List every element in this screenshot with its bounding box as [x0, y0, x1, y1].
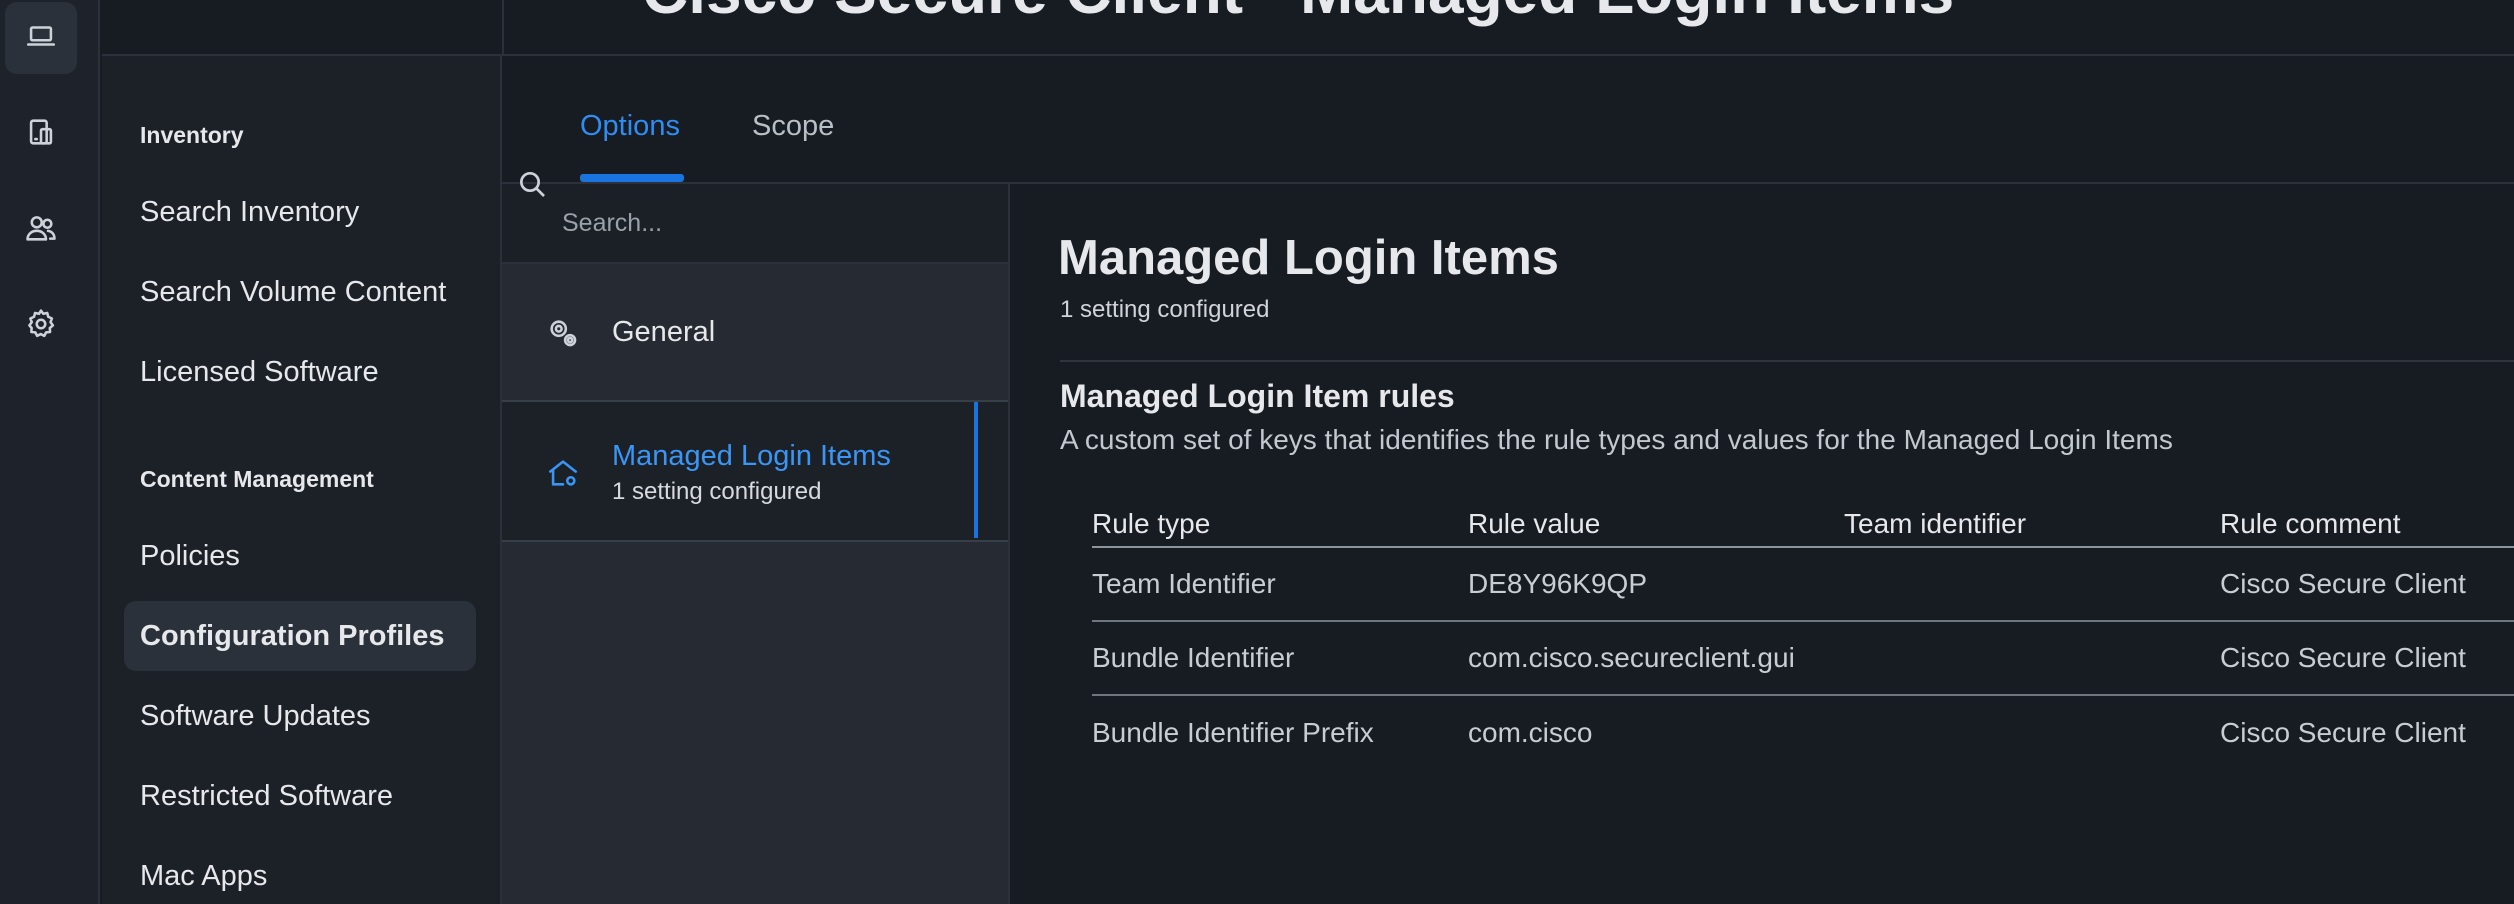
users-nav-button[interactable]	[5, 194, 77, 266]
icon-rail	[0, 0, 100, 904]
column-header: Rule value	[1468, 508, 1601, 539]
section-description: A custom set of keys that identifies the…	[1060, 424, 2173, 455]
search-bar	[502, 172, 1008, 264]
top-header: Cisco Secure Client - Managed Login Item…	[102, 0, 2514, 56]
table-cell: Cisco Secure Client	[2220, 568, 2466, 599]
table-cell: Bundle Identifier	[1092, 642, 1295, 673]
sidebar-item-licensed-software[interactable]: Licensed Software	[124, 337, 476, 407]
content-subtitle: 1 setting configured	[1060, 296, 1270, 323]
table-row[interactable]: Team Identifier DE8Y96K9QP Cisco Secure …	[1092, 548, 2514, 622]
search-input[interactable]	[562, 198, 982, 248]
sidebar-item-search-volume-content[interactable]: Search Volume Content	[124, 257, 476, 327]
sidebar: Inventory Search Inventory Search Volume…	[102, 56, 502, 904]
settings-item-subtitle: 1 setting configured	[612, 478, 822, 505]
sidebar-item-configuration-profiles[interactable]: Configuration Profiles	[124, 601, 476, 671]
users-icon	[24, 211, 58, 250]
sidebar-item-software-updates[interactable]: Software Updates	[124, 681, 476, 751]
column-header: Team identifier	[1844, 508, 2027, 539]
sidebar-item-restricted-software[interactable]: Restricted Software	[124, 761, 476, 831]
devices-icon	[24, 115, 58, 154]
table-cell: com.cisco.secureclient.gui	[1468, 642, 1795, 673]
tab-options[interactable]: Options	[580, 110, 680, 143]
tab-bar: Options Scope	[502, 56, 2514, 184]
table-row[interactable]: Bundle Identifier Prefix com.cisco Cisco…	[1092, 696, 2514, 770]
settings-list-panel: General Managed Login Items 1 setting co…	[502, 172, 1010, 904]
table-row[interactable]: Bundle Identifier com.cisco.secureclient…	[1092, 622, 2514, 696]
settings-item-managed-login-items[interactable]: Managed Login Items 1 setting configured	[502, 402, 1008, 542]
sidebar-item-policies[interactable]: Policies	[124, 521, 476, 591]
divider	[1060, 360, 2514, 362]
rules-table: Rule type Rule value Team identifier Rul…	[1092, 484, 2514, 770]
table-cell: com.cisco	[1468, 717, 1593, 748]
sidebar-section-inventory: Inventory	[140, 122, 244, 148]
gear-icon	[24, 307, 58, 346]
table-cell: Cisco Secure Client	[2220, 717, 2466, 748]
page-title: Cisco Secure Client - Managed Login Item…	[642, 0, 1954, 28]
tab-scope[interactable]: Scope	[752, 110, 834, 143]
table-cell: Team Identifier	[1092, 568, 1276, 599]
sidebar-section-content-management: Content Management	[140, 466, 374, 492]
sidebar-item-search-inventory[interactable]: Search Inventory	[124, 177, 476, 247]
sidebar-item-mac-apps[interactable]: Mac Apps	[124, 841, 476, 904]
table-header: Rule type Rule value Team identifier Rul…	[1092, 484, 2514, 548]
table-cell: Cisco Secure Client	[2220, 642, 2466, 673]
table-cell: Bundle Identifier Prefix	[1092, 717, 1374, 748]
header-divider	[502, 0, 504, 56]
home-gear-icon	[546, 456, 580, 490]
content-title: Managed Login Items	[1058, 231, 1559, 285]
selected-indicator	[974, 402, 978, 538]
main-content: Managed Login Items 1 setting configured…	[1012, 184, 2514, 904]
section-title: Managed Login Item rules	[1060, 378, 1455, 414]
computers-nav-button[interactable]	[5, 2, 77, 74]
settings-item-label: General	[612, 316, 716, 348]
gears-icon	[546, 316, 580, 350]
column-header: Rule type	[1092, 508, 1211, 539]
devices-nav-button[interactable]	[5, 98, 77, 170]
settings-item-label: Managed Login Items	[612, 440, 891, 472]
laptop-icon	[24, 19, 58, 58]
settings-nav-button[interactable]	[5, 290, 77, 362]
column-header: Rule comment	[2220, 508, 2401, 539]
active-tab-indicator	[580, 174, 684, 182]
settings-item-general[interactable]: General	[502, 266, 1008, 402]
table-cell: DE8Y96K9QP	[1468, 568, 1647, 599]
